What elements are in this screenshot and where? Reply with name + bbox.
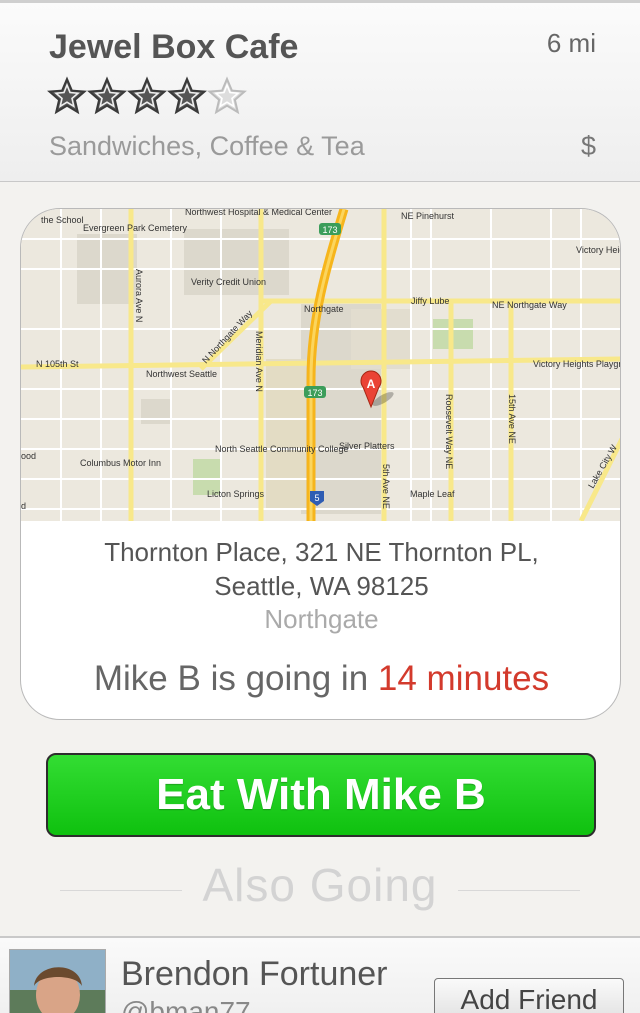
map-label-silver-platters: Silver Platters <box>339 441 395 451</box>
map-label-evergreen: Evergreen Park Cemetery <box>83 223 188 233</box>
map-label-maple-leaf: Maple Leaf <box>410 489 455 499</box>
rating-stars <box>47 76 247 118</box>
going-minutes: 14 minutes <box>377 659 550 698</box>
map-label-ne-northgate-way: NE Northgate Way <box>492 300 567 310</box>
friend-handle: @bman77 <box>121 996 251 1013</box>
map-label-d: d <box>21 501 26 511</box>
address-line-2: Seattle, WA 98125 <box>214 571 429 601</box>
going-status: Mike B is going in 14 minutes <box>21 659 620 699</box>
map-label-aurora: Aurora Ave N <box>134 269 144 322</box>
map-label-ood: ood <box>21 451 36 461</box>
map-label-15th-ave: 15th Ave NE <box>507 394 517 444</box>
venue-category: Sandwiches, Coffee & Tea <box>49 131 365 161</box>
star-icon <box>127 76 167 115</box>
route-173-top: 173 <box>322 225 337 235</box>
map-label-roosevelt: Roosevelt Way NE <box>444 394 454 469</box>
venue-card: 173 173 5 the School Evergreen Park Ceme… <box>20 208 621 720</box>
star-outline-icon <box>207 76 247 115</box>
map-label-n105: N 105th St <box>36 359 79 369</box>
venue-price: $ <box>580 131 596 161</box>
map-label-pinehurst: NE Pinehurst <box>401 211 455 221</box>
route-173-mid: 173 <box>307 388 322 398</box>
map-label-northwest-seattle: Northwest Seattle <box>146 369 217 379</box>
map-label-north-seattle-cc: North Seattle Community College <box>215 444 349 454</box>
add-friend-button[interactable]: Add Friend <box>434 978 624 1013</box>
avatar[interactable] <box>9 949 106 1013</box>
friend-name: Brendon Fortuner <box>121 955 388 993</box>
map-label-licton: Licton Springs <box>207 489 265 499</box>
neighborhood: Northgate <box>264 604 379 634</box>
map-label-school: the School <box>41 215 84 225</box>
location-map[interactable]: 173 173 5 the School Evergreen Park Ceme… <box>21 209 621 521</box>
address-line-1: Thornton Place, 321 NE Thornton PL, <box>104 537 539 567</box>
venue-header: Jewel Box Cafe 6 mi Sandwiches, Coffee &… <box>0 0 640 182</box>
map-label-jiffy: Jiffy Lube <box>411 296 449 306</box>
list-item[interactable]: Brendon Fortuner @bman77 Add Friend <box>0 936 640 1013</box>
also-going-label: Also Going <box>202 859 438 911</box>
venue-name: Jewel Box Cafe <box>49 28 299 66</box>
map-label-northgate: Northgate <box>304 304 344 314</box>
marker-letter: A <box>367 377 376 391</box>
going-status-prefix: Mike B is going in <box>93 659 378 698</box>
venue-address: Thornton Place, 321 NE Thornton PL, Seat… <box>21 535 620 603</box>
map-label-hospital: Northwest Hospital & Medical Center <box>185 209 332 217</box>
avatar-image <box>10 950 105 1013</box>
star-icon <box>47 76 87 115</box>
star-icon <box>167 76 207 115</box>
star-icon <box>87 76 127 115</box>
eat-with-button[interactable]: Eat With Mike B <box>46 753 596 837</box>
map-label-victory-heights: Victory Heights <box>576 245 621 255</box>
map-label-columbus: Columbus Motor Inn <box>80 458 161 468</box>
route-i5: 5 <box>314 493 319 503</box>
venue-distance: 6 mi <box>546 28 596 58</box>
also-going-heading: Also Going <box>60 858 580 918</box>
map-label-5th-ave: 5th Ave NE <box>381 464 391 509</box>
map-label-meridian: Meridian Ave N <box>254 331 264 392</box>
map-label-victory-playground: Victory Heights Playground <box>533 359 621 369</box>
map-label-verity: Verity Credit Union <box>191 277 266 287</box>
